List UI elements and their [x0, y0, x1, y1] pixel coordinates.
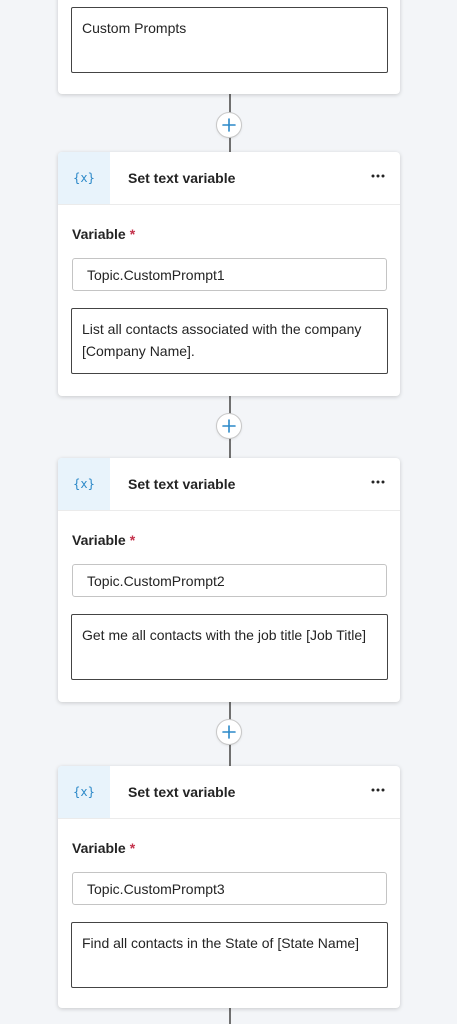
variable-label: Variable *: [72, 532, 135, 548]
more-icon: [371, 480, 385, 484]
connector-line: [229, 1008, 231, 1024]
node-header: {x} Set text variable: [58, 152, 400, 205]
variable-label-text: Variable: [72, 226, 126, 242]
variable-selector[interactable]: Topic.CustomPrompt3: [72, 872, 387, 905]
variable-selector[interactable]: Topic.CustomPrompt2: [72, 564, 387, 597]
node-header: {x} Set text variable: [58, 458, 400, 511]
set-text-variable-node[interactable]: {x} Set text variable Variable * Topic.Cu…: [58, 152, 400, 396]
more-icon: [371, 174, 385, 178]
value-textbox[interactable]: Find all contacts in the State of [State…: [71, 922, 388, 988]
variable-icon: {x}: [58, 152, 110, 204]
variable-label-text: Variable: [72, 840, 126, 856]
plus-icon: [222, 118, 236, 132]
plus-icon: [222, 419, 236, 433]
required-mark: *: [129, 840, 136, 856]
value-textbox[interactable]: List all contacts associated with the co…: [71, 308, 388, 374]
variable-icon-glyph: {x}: [73, 171, 95, 185]
variable-icon-glyph: {x}: [73, 785, 95, 799]
set-text-variable-node[interactable]: {x} Set text variable Variable * Topic.Cu…: [58, 458, 400, 702]
node-title: Set text variable: [128, 784, 236, 800]
variable-label: Variable *: [72, 840, 135, 856]
more-options-button[interactable]: [368, 472, 388, 492]
node-header: {x} Set text variable: [58, 766, 400, 819]
set-text-variable-node[interactable]: {x} Set text variable Variable * Topic.Cu…: [58, 766, 400, 1008]
message-textbox[interactable]: Custom Prompts: [71, 7, 388, 73]
required-mark: *: [129, 532, 136, 548]
add-node-button[interactable]: [216, 112, 242, 138]
prompts-node-card: Custom Prompts: [58, 0, 400, 94]
required-mark: *: [129, 226, 136, 242]
more-icon: [371, 788, 385, 792]
variable-selector[interactable]: Topic.CustomPrompt1: [72, 258, 387, 291]
node-title: Set text variable: [128, 170, 236, 186]
more-options-button[interactable]: [368, 780, 388, 800]
variable-label: Variable *: [72, 226, 135, 242]
more-options-button[interactable]: [368, 166, 388, 186]
variable-icon: {x}: [58, 458, 110, 510]
node-title: Set text variable: [128, 476, 236, 492]
plus-icon: [222, 725, 236, 739]
add-node-button[interactable]: [216, 413, 242, 439]
add-node-button[interactable]: [216, 719, 242, 745]
value-textbox[interactable]: Get me all contacts with the job title […: [71, 614, 388, 680]
variable-icon: {x}: [58, 766, 110, 818]
variable-label-text: Variable: [72, 532, 126, 548]
variable-icon-glyph: {x}: [73, 477, 95, 491]
